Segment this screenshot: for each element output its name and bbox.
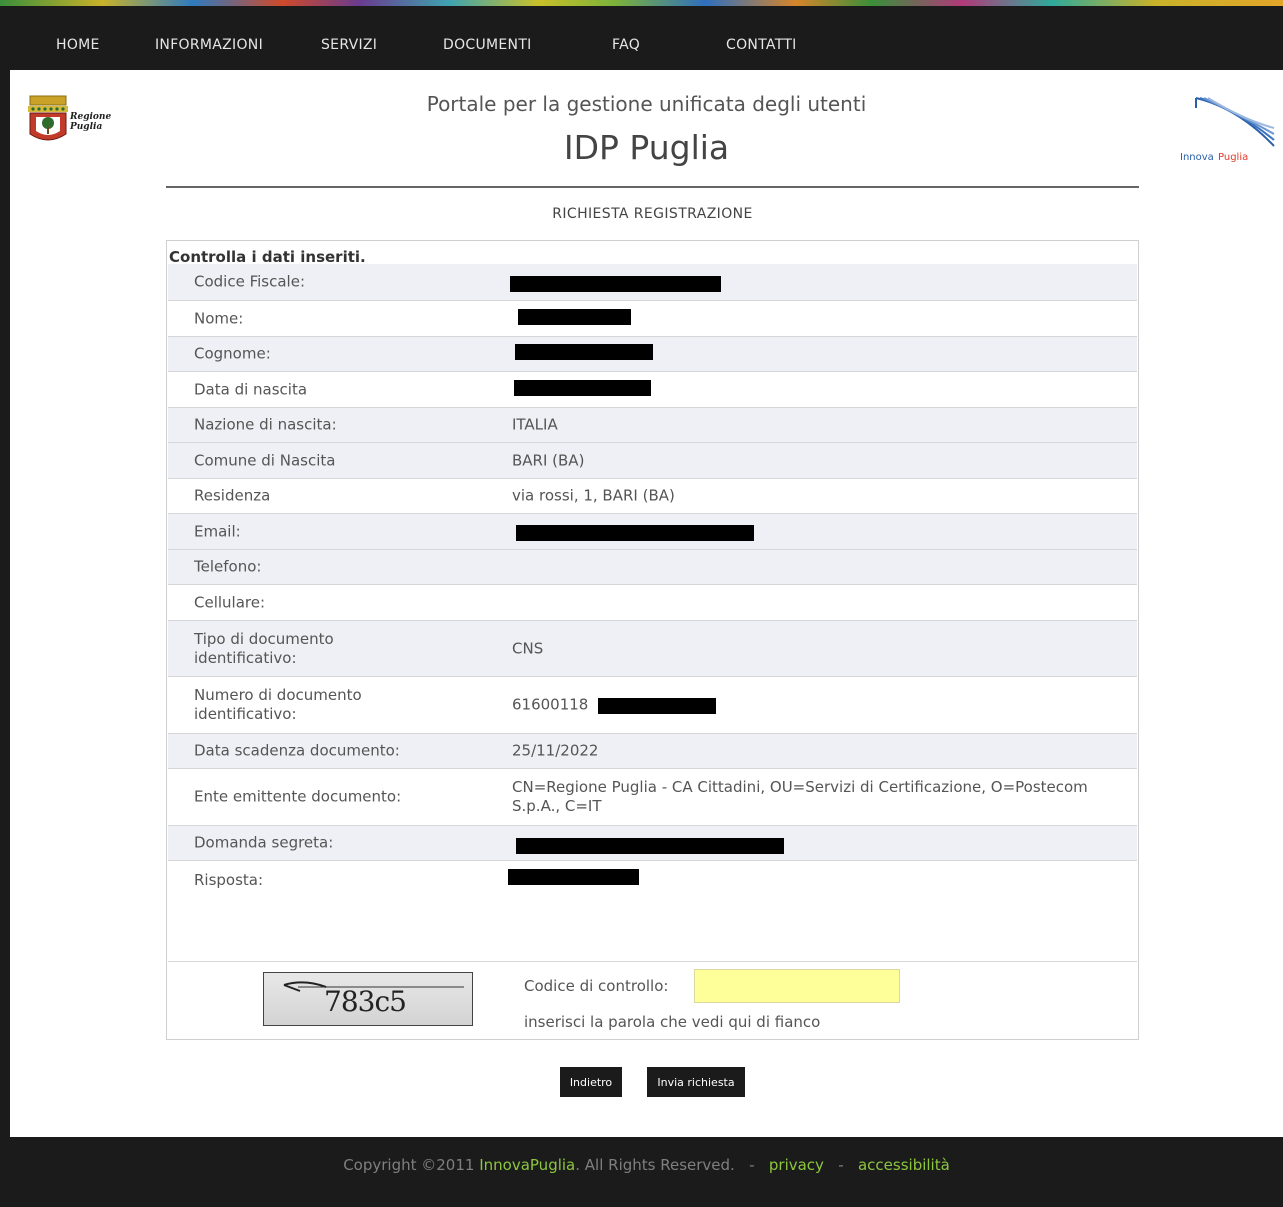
row-codice-fiscale: Codice Fiscale: [168, 264, 1137, 301]
redaction-bar [516, 525, 754, 541]
row-tipo-documento: Tipo di documento identificativo: CNS [168, 621, 1137, 677]
registration-summary-form: Controlla i dati inseriti. Codice Fiscal… [166, 240, 1139, 1040]
row-label: Cognome: [194, 344, 271, 363]
submit-request-button[interactable]: Invia richiesta [647, 1067, 745, 1097]
nav-contatti[interactable]: CONTATTI [726, 37, 797, 53]
redaction-bar [514, 380, 651, 396]
captcha-label: Codice di controllo: [524, 977, 669, 995]
row-email: Email: [168, 514, 1137, 550]
redaction-bar [516, 838, 784, 854]
row-label: Risposta: [194, 871, 264, 889]
row-label: Data di nascita [194, 380, 308, 398]
row-label: Tipo di documento identificativo: [194, 629, 334, 667]
footer-separator: - [749, 1156, 755, 1174]
captcha-text: 783c5 [324, 985, 407, 1018]
row-label: Nazione di nascita: [194, 415, 337, 434]
redaction-bar [598, 698, 716, 714]
page-header: Regione Puglia Portale per la gestione u… [10, 70, 1283, 188]
company-link[interactable]: InnovaPuglia [479, 1156, 575, 1174]
portal-subtitle: IDP Puglia [563, 128, 730, 167]
row-label: Nome: [194, 309, 244, 327]
captcha-hint: inserisci la parola che vedi qui di fian… [524, 1013, 821, 1031]
privacy-link[interactable]: privacy [769, 1156, 824, 1174]
row-label: Email: [194, 522, 241, 540]
left-frame-border [0, 0, 10, 1207]
row-value: BARI (BA) [512, 451, 585, 469]
svg-text:Innova: Innova [1180, 152, 1214, 163]
row-domanda-segreta: Domanda segreta: [168, 826, 1137, 861]
row-value: 25/11/2022 [512, 741, 599, 760]
row-value: ITALIA [512, 415, 558, 434]
rights-text: . All Rights Reserved. [575, 1156, 735, 1174]
row-label: Domanda segreta: [194, 833, 334, 852]
svg-text:Puglia: Puglia [1218, 152, 1248, 163]
page-footer: Copyright ©2011 InnovaPuglia. All Rights… [10, 1137, 1283, 1207]
captcha-input[interactable] [694, 969, 900, 1003]
row-residenza: Residenza via rossi, 1, BARI (BA) [168, 479, 1137, 514]
row-data-nascita: Data di nascita [168, 372, 1137, 408]
header-divider [166, 186, 1139, 188]
row-label: Cellulare: [194, 593, 266, 611]
accessibility-link[interactable]: accessibilità [858, 1156, 950, 1174]
redaction-bar [508, 869, 639, 885]
footer-separator: - [838, 1156, 844, 1174]
copyright-text: Copyright ©2011 [343, 1156, 475, 1174]
nav-home[interactable]: HOME [56, 37, 100, 53]
row-label: Telefono: [194, 557, 262, 576]
innovapuglia-logo[interactable]: Innova Puglia [1178, 94, 1283, 164]
row-label: Numero di documento identificativo: [194, 686, 362, 723]
top-navigation-bar: HOME INFORMAZIONI SERVIZI DOCUMENTI FAQ … [10, 6, 1283, 70]
row-ente-emittente: Ente emittente documento: CN=Regione Pug… [168, 769, 1137, 826]
row-nazione-nascita: Nazione di nascita: ITALIA [168, 408, 1137, 443]
row-value: via rossi, 1, BARI (BA) [512, 486, 675, 505]
row-cellulare: Cellulare: [168, 585, 1137, 621]
back-button[interactable]: Indietro [560, 1067, 622, 1097]
row-nome: Nome: [168, 301, 1137, 337]
row-label: Data scadenza documento: [194, 741, 400, 760]
row-label: Comune di Nascita [194, 451, 336, 469]
row-comune-nascita: Comune di Nascita BARI (BA) [168, 443, 1137, 479]
row-label: Codice Fiscale: [194, 272, 305, 291]
portal-title: Portale per la gestione unificata degli … [426, 92, 867, 116]
row-risposta: Risposta: [168, 861, 1137, 962]
row-numero-documento: Numero di documento identificativo: 6160… [168, 677, 1137, 734]
redaction-bar [510, 276, 721, 292]
nav-faq[interactable]: FAQ [612, 37, 640, 53]
page-title: RICHIESTA REGISTRAZIONE [552, 206, 753, 222]
captcha-image: 783c5 [263, 972, 473, 1026]
row-value: CN=Regione Puglia - CA Cittadini, OU=Ser… [512, 778, 1088, 815]
row-scadenza-documento: Data scadenza documento: 25/11/2022 [168, 734, 1137, 769]
redaction-bar [515, 344, 653, 360]
redaction-bar [518, 309, 631, 325]
row-telefono: Telefono: [168, 550, 1137, 585]
row-value: CNS [512, 639, 544, 657]
row-cognome: Cognome: [168, 337, 1137, 372]
nav-informazioni[interactable]: INFORMAZIONI [155, 37, 263, 53]
nav-servizi[interactable]: SERVIZI [321, 37, 377, 53]
nav-documenti[interactable]: DOCUMENTI [443, 37, 532, 53]
footer-text: Copyright ©2011 InnovaPuglia. All Rights… [10, 1156, 1283, 1174]
row-label: Residenza [194, 486, 271, 505]
row-label: Ente emittente documento: [194, 787, 402, 806]
